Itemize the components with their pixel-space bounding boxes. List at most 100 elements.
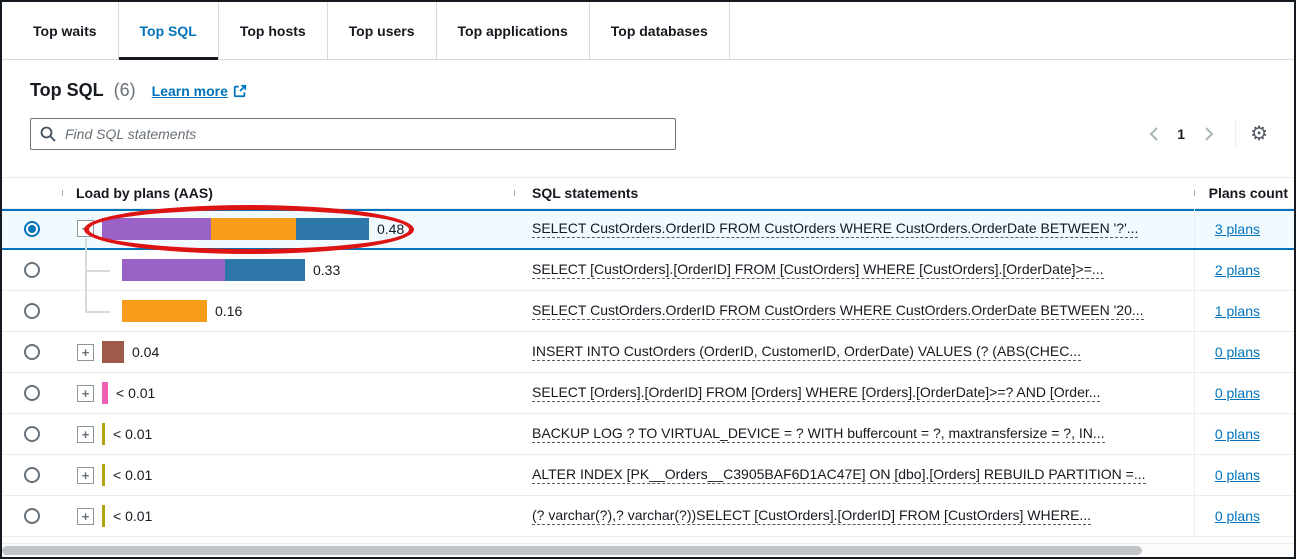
row-radio-selected[interactable] <box>24 221 40 237</box>
bar-segment-bar_purple <box>122 259 225 281</box>
bar-segment-bar_purple <box>102 218 211 240</box>
table-header: Load by plans (AAS) SQL statements Plans… <box>2 177 1294 209</box>
chevron-right-icon <box>1205 127 1214 141</box>
expand-toggle-icon[interactable]: + <box>77 385 94 402</box>
current-page-number: 1 <box>1177 126 1185 142</box>
bar-segment-bar_olive <box>102 423 105 445</box>
load-value: < 0.01 <box>116 385 155 401</box>
plans-count-link[interactable]: 3 plans <box>1215 221 1260 237</box>
table-row[interactable]: + < 0.01 (? varchar(?),? varchar(?))SELECT… <box>2 496 1294 537</box>
next-page-button[interactable] <box>1197 122 1221 146</box>
load-bar <box>102 423 105 445</box>
row-radio[interactable] <box>24 385 40 401</box>
tree-connector-child-1 <box>85 270 110 272</box>
tab-top-users[interactable]: Top users <box>328 2 437 59</box>
bar-segment-bar_olive <box>102 505 105 527</box>
load-bar <box>102 218 369 240</box>
load-value: < 0.01 <box>113 426 152 442</box>
search-box <box>30 118 676 150</box>
top-sql-table: Load by plans (AAS) SQL statements Plans… <box>2 177 1294 537</box>
divider <box>1235 120 1236 148</box>
column-header-sql: SQL statements <box>514 185 1194 201</box>
load-bar <box>102 505 105 527</box>
pagination: 1 <box>1141 120 1268 148</box>
load-bar <box>102 341 124 363</box>
sql-statement-link[interactable]: (? varchar(?),? varchar(?))SELECT [CustO… <box>532 507 1091 525</box>
sql-statement-link[interactable]: SELECT CustOrders.OrderID FROM CustOrder… <box>532 220 1138 238</box>
sql-statement-link[interactable]: ALTER INDEX [PK__Orders__C3905BAF6D1AC47… <box>532 466 1146 484</box>
plans-count-link[interactable]: 0 plans <box>1215 467 1260 483</box>
table-controls: 1 <box>30 118 1268 150</box>
prev-page-button[interactable] <box>1141 122 1165 146</box>
plans-count-link[interactable]: 0 plans <box>1215 385 1260 401</box>
page-title: Top SQL <box>30 80 104 101</box>
plans-count-link[interactable]: 2 plans <box>1215 262 1260 278</box>
row-radio[interactable] <box>24 344 40 360</box>
expand-toggle-icon[interactable]: + <box>77 426 94 443</box>
tab-top-sql[interactable]: Top SQL <box>119 2 219 59</box>
result-count: (6) <box>114 80 136 101</box>
table-row[interactable]: 0.16 SELECT CustOrders.OrderID FROM CustO… <box>2 291 1294 332</box>
row-radio[interactable] <box>24 303 40 319</box>
row-radio[interactable] <box>24 262 40 278</box>
scrollbar-thumb[interactable] <box>2 546 1142 555</box>
tab-label: Top databases <box>611 23 708 39</box>
search-input[interactable] <box>30 118 676 150</box>
load-bar <box>122 259 305 281</box>
learn-more-link[interactable]: Learn more <box>152 83 247 99</box>
collapse-toggle-icon[interactable]: − <box>77 220 94 237</box>
tab-label: Top applications <box>458 23 568 39</box>
table-row[interactable]: +0.04INSERT INTO CustOrders (OrderID, Cu… <box>2 332 1294 373</box>
tab-label: Top waits <box>33 23 97 39</box>
tab-top-hosts[interactable]: Top hosts <box>219 2 328 59</box>
plans-count-link[interactable]: 0 plans <box>1215 508 1260 524</box>
table-body: − 0.48 SELECT CustOrders.OrderID FROM Cust… <box>2 209 1294 537</box>
load-value: 0.33 <box>313 262 340 278</box>
table-row[interactable]: − 0.48 SELECT CustOrders.OrderID FROM Cust… <box>2 209 1294 250</box>
bar-segment-bar_pink <box>102 382 108 404</box>
tab-label: Top SQL <box>140 23 197 39</box>
sql-statement-link[interactable]: SELECT [Orders].[OrderID] FROM [Orders] … <box>532 384 1100 402</box>
plans-count-link[interactable]: 0 plans <box>1215 344 1260 360</box>
tab-top-databases[interactable]: Top databases <box>590 2 730 59</box>
load-bar <box>122 300 207 322</box>
sql-statement-link[interactable]: SELECT [CustOrders].[OrderID] FROM [Cust… <box>532 261 1104 279</box>
bar-segment-bar_orange <box>122 300 207 322</box>
tab-bar: Top waits Top SQL Top hosts Top users To… <box>2 2 1294 60</box>
sql-statement-link[interactable]: BACKUP LOG ? TO VIRTUAL_DEVICE = ? WITH … <box>532 425 1105 443</box>
plans-count-link[interactable]: 1 plans <box>1215 303 1260 319</box>
chevron-left-icon <box>1149 127 1158 141</box>
row-radio[interactable] <box>24 467 40 483</box>
top-sql-panel: Top waits Top SQL Top hosts Top users To… <box>0 0 1296 559</box>
bar-segment-bar_blue <box>296 218 369 240</box>
row-radio[interactable] <box>24 426 40 442</box>
expand-toggle-icon[interactable]: + <box>77 344 94 361</box>
column-header-plans: Plans count <box>1194 185 1294 201</box>
external-link-icon <box>233 84 247 98</box>
row-radio[interactable] <box>24 508 40 524</box>
tab-top-waits[interactable]: Top waits <box>12 2 119 59</box>
table-row[interactable]: 0.33 SELECT [CustOrders].[OrderID] FROM [… <box>2 250 1294 291</box>
tree-connector-vertical <box>85 238 87 312</box>
load-value: < 0.01 <box>113 508 152 524</box>
sql-statement-link[interactable]: SELECT CustOrders.OrderID FROM CustOrder… <box>532 302 1144 320</box>
gear-icon[interactable] <box>1250 124 1268 144</box>
panel-header: Top SQL (6) Learn more <box>30 80 1294 104</box>
plans-count-link[interactable]: 0 plans <box>1215 426 1260 442</box>
load-value: 0.48 <box>377 221 404 237</box>
table-row[interactable]: + < 0.01 SELECT [Orders].[OrderID] FROM [O… <box>2 373 1294 414</box>
load-value: < 0.01 <box>113 467 152 483</box>
table-row[interactable]: + < 0.01 BACKUP LOG ? TO VIRTUAL_DEVICE = … <box>2 414 1294 455</box>
expand-toggle-icon[interactable]: + <box>77 508 94 525</box>
bar-segment-bar_orange <box>211 218 296 240</box>
load-bar <box>102 382 108 404</box>
expand-toggle-icon[interactable]: + <box>77 467 94 484</box>
tab-label: Top users <box>349 23 415 39</box>
learn-more-label: Learn more <box>152 83 228 99</box>
sql-statement-link[interactable]: INSERT INTO CustOrders (OrderID, Custome… <box>532 343 1081 361</box>
tab-top-applications[interactable]: Top applications <box>437 2 590 59</box>
load-bar <box>102 464 105 486</box>
column-header-load: Load by plans (AAS) <box>62 185 514 201</box>
table-row[interactable]: + < 0.01 ALTER INDEX [PK__Orders__C3905BAF… <box>2 455 1294 496</box>
load-value: 0.16 <box>215 303 242 319</box>
